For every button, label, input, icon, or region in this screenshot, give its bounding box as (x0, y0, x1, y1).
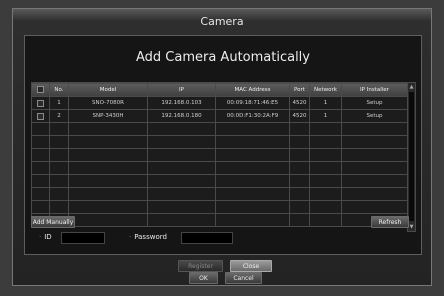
refresh-button[interactable]: Refresh (371, 216, 409, 228)
window-title: Camera (200, 15, 244, 28)
setup-link[interactable]: Setup (341, 96, 408, 110)
id-input[interactable] (61, 232, 105, 244)
table-row[interactable]: 1 SNO-7080R 192.168.0.103 00:09:18:71:46… (31, 96, 408, 110)
close-button[interactable]: Close (230, 260, 272, 272)
camera-window: Camera Add Camera Automatically No. Mode… (12, 8, 432, 286)
setup-link[interactable]: Setup (341, 109, 408, 123)
table-row[interactable]: 2 SNP-3430H 192.168.0.180 00:0D:F1:30:2A… (31, 109, 408, 123)
cell-mac: 00:09:18:71:46:E5 (215, 96, 290, 110)
select-all-header[interactable] (31, 82, 50, 97)
col-header-ip-installer[interactable]: IP Installer (341, 82, 408, 97)
select-all-checkbox[interactable] (37, 86, 44, 93)
table-row-empty (31, 187, 408, 201)
add-manually-button[interactable]: Add Manually (31, 216, 75, 228)
camera-table: No. Model IP MAC Address Port Network IP… (31, 82, 408, 227)
ok-button[interactable]: OK (189, 272, 218, 284)
cell-mac: 00:0D:F1:30:2A:F9 (215, 109, 290, 123)
register-button[interactable]: Register (178, 260, 223, 272)
add-camera-dialog: Add Camera Automatically No. Model IP MA… (24, 35, 422, 255)
col-header-mac[interactable]: MAC Address (215, 82, 290, 97)
scroll-up-icon[interactable]: ▲ (408, 83, 415, 91)
table-row-empty (31, 148, 408, 162)
cell-ip: 192.168.0.180 (147, 109, 216, 123)
bullet-icon: · (39, 233, 42, 241)
table-row-empty (31, 161, 408, 175)
table-scrollbar[interactable]: ▲ ▼ (407, 82, 416, 232)
cell-network: 1 (309, 96, 342, 110)
cell-network: 1 (309, 109, 342, 123)
cell-port: 4520 (289, 109, 310, 123)
cell-port: 4520 (289, 96, 310, 110)
col-header-model[interactable]: Model (68, 82, 148, 97)
table-row-empty (31, 213, 408, 227)
password-label: · Password (129, 233, 167, 241)
col-header-network[interactable]: Network (309, 82, 342, 97)
cell-ip: 192.168.0.103 (147, 96, 216, 110)
cancel-button[interactable]: Cancel (225, 272, 262, 284)
table-row-empty (31, 135, 408, 149)
scroll-thumb[interactable] (409, 92, 414, 221)
password-input[interactable] (181, 232, 233, 244)
scroll-down-icon[interactable]: ▼ (408, 223, 415, 231)
cell-model: SNP-3430H (68, 109, 148, 123)
id-label: · ID (39, 233, 52, 241)
table-row-empty (31, 122, 408, 136)
row-checkbox[interactable] (37, 112, 44, 120)
table-row-empty (31, 174, 408, 188)
col-header-port[interactable]: Port (289, 82, 310, 97)
dialog-title: Add Camera Automatically (135, 50, 310, 65)
row-checkbox[interactable] (37, 99, 44, 107)
table-row-empty (31, 200, 408, 214)
bullet-icon: · (129, 233, 132, 241)
col-header-ip[interactable]: IP (147, 82, 216, 97)
cell-no: 1 (49, 96, 69, 110)
cell-no: 2 (49, 109, 69, 123)
col-header-no[interactable]: No. (49, 82, 69, 97)
table-header-row: No. Model IP MAC Address Port Network IP… (31, 82, 408, 97)
cell-model: SNO-7080R (68, 96, 148, 110)
